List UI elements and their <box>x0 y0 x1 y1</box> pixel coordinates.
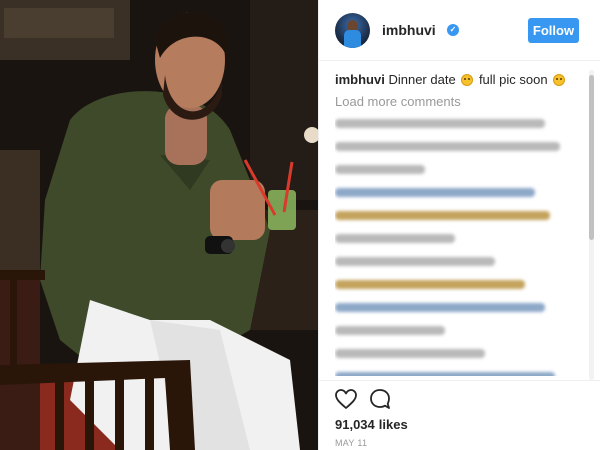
scrollbar-thumb[interactable] <box>589 75 594 240</box>
comment-button[interactable] <box>368 387 392 411</box>
smiley-emoji-icon <box>553 74 566 86</box>
blurred-comment-line <box>335 119 545 128</box>
caption: imbhuvi Dinner date full pic soon <box>335 71 585 89</box>
comment-icon <box>370 389 390 409</box>
avatar-shirt <box>344 30 361 48</box>
avatar[interactable] <box>335 13 370 48</box>
blurred-comment-line <box>335 280 525 289</box>
likes-number: 91,034 <box>335 417 375 432</box>
load-more-comments[interactable]: Load more comments <box>335 93 585 111</box>
blurred-comment-line <box>335 257 495 266</box>
comments-scrollbar[interactable] <box>589 70 594 380</box>
post-sidebar: imbhuvi ✓ Follow imbhuvi Dinner date ful… <box>318 0 600 450</box>
post-date[interactable]: MAY 11 <box>335 438 367 448</box>
caption-username[interactable]: imbhuvi <box>335 72 385 87</box>
heart-icon <box>335 389 357 409</box>
likes-count[interactable]: 91,034 likes <box>335 417 408 432</box>
like-button[interactable] <box>334 387 358 411</box>
smiley-emoji-icon <box>461 74 474 86</box>
username[interactable]: imbhuvi <box>382 22 436 38</box>
blurred-comment-line <box>335 372 555 376</box>
likes-label: likes <box>378 417 408 432</box>
post-header: imbhuvi ✓ Follow <box>319 0 600 61</box>
blurred-comment-line <box>335 349 485 358</box>
follow-button[interactable]: Follow <box>528 18 579 43</box>
caption-text-1: Dinner date <box>388 72 456 87</box>
blurred-comment-line <box>335 211 550 220</box>
blurred-comments <box>335 119 585 376</box>
blurred-comment-line <box>335 326 445 335</box>
blurred-comment-line <box>335 142 560 151</box>
blurred-comment-line <box>335 303 545 312</box>
post-actions: 91,034 likes MAY 11 <box>319 380 600 450</box>
verified-badge-icon: ✓ <box>447 24 459 36</box>
blurred-comment-line <box>335 188 535 197</box>
caption-text-2: full pic soon <box>478 72 548 87</box>
blurred-comment-line <box>335 165 425 174</box>
post-photo <box>0 0 318 450</box>
blurred-comment-line <box>335 234 455 243</box>
comments-list: imbhuvi Dinner date full pic soon Load m… <box>335 71 585 376</box>
